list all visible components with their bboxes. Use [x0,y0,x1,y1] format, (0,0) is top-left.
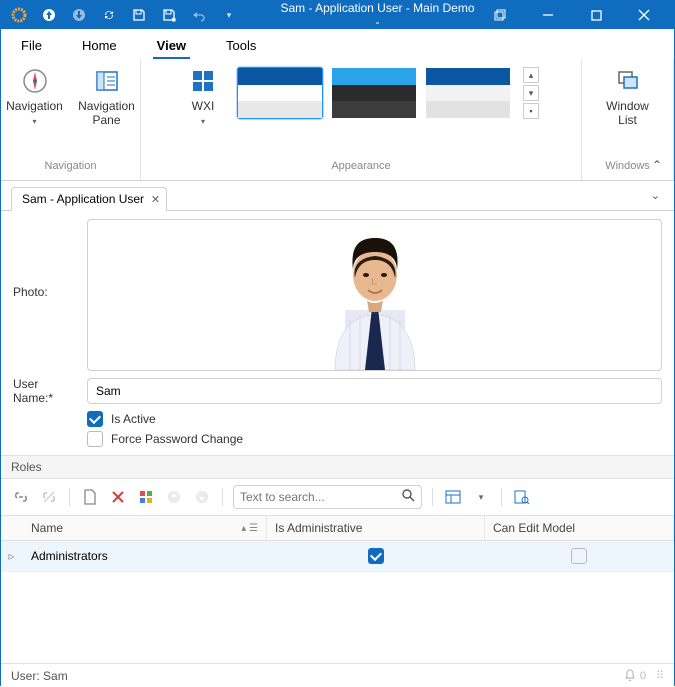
chevron-down-icon: ▾ [32,117,36,126]
refresh-icon[interactable] [101,7,117,23]
photo-field[interactable] [87,219,662,371]
layout-icon[interactable] [443,487,463,507]
is-active-checkbox[interactable] [87,411,103,427]
ribbon-tabs: File Home View Tools [1,29,674,59]
down-icon[interactable] [192,487,212,507]
apps-icon[interactable] [136,487,156,507]
unlink-icon[interactable] [39,487,59,507]
notifications-button[interactable]: 0 ⠿ [624,669,664,682]
navigation-pane-button[interactable]: Navigation Pane [78,67,136,127]
cell-can-edit-model[interactable] [485,541,674,571]
force-password-label: Force Password Change [111,432,243,446]
minimize-button[interactable] [526,1,570,29]
ribbon: Navigation ▾ Navigation Pane Navigation … [1,59,674,181]
grid-icon [189,67,217,95]
ribbon-group-label: Appearance [151,160,571,178]
panel-icon [93,67,121,95]
grip-icon: ⠿ [656,669,664,682]
roles-toolbar: ▾ [1,479,674,515]
upload-icon[interactable] [41,7,57,23]
up-icon[interactable] [164,487,184,507]
save-as-icon[interactable] [161,7,177,23]
theme-swatch-dark[interactable] [331,67,417,119]
theme-gallery: ▴ ▾ ▪ [237,67,539,119]
column-is-admin[interactable]: Is Administrative [267,516,485,540]
column-can-edit-model[interactable]: Can Edit Model [485,516,674,540]
title-bar: ▾ Sam - Application User - Main Demo - [1,1,674,29]
preview-icon[interactable] [512,487,532,507]
roles-section-header: Roles [1,455,674,479]
link-icon[interactable] [11,487,31,507]
is-active-label: Is Active [111,412,156,426]
username-input[interactable] [87,378,662,404]
status-user: User: Sam [11,669,68,683]
windows-icon [614,67,642,95]
collapse-ribbon-button[interactable]: ⌃ [652,158,662,172]
wxi-button[interactable]: WXI ▾ [183,67,223,126]
table-row[interactable]: ▹ Administrators [1,541,674,572]
gallery-expand-button[interactable]: ▪ [523,103,539,119]
tab-view[interactable]: View [153,32,190,59]
undo-icon[interactable] [191,7,207,23]
chevron-down-icon[interactable]: ▾ [471,487,491,507]
tab-file[interactable]: File [17,32,46,59]
close-icon[interactable]: ✕ [151,193,160,206]
theme-swatch-blue[interactable] [237,67,323,119]
tab-dropdown-button[interactable]: ⌄ [651,189,660,202]
tab-tools[interactable]: Tools [222,32,260,59]
maximize-button[interactable] [574,1,618,29]
photo-label: Photo: [13,219,81,299]
restore-doc-icon[interactable] [478,1,522,29]
window-list-button[interactable]: Window List [599,67,657,127]
delete-icon[interactable] [108,487,128,507]
user-photo [305,220,445,370]
gallery-up-button[interactable]: ▴ [523,67,539,83]
cell-name: Administrators [23,542,267,570]
document-tab-title: Sam - Application User [22,192,144,206]
new-icon[interactable] [80,487,100,507]
column-name[interactable]: Name▴ ☰ [23,516,267,540]
document-tab-strip: Sam - Application User ✕ ⌄ [1,181,674,211]
ribbon-group-label: Navigation [11,160,130,178]
force-password-checkbox[interactable] [87,431,103,447]
document-tab[interactable]: Sam - Application User ✕ [11,187,167,211]
sort-indicator-icon: ▴ ☰ [241,523,258,534]
save-icon[interactable] [131,7,147,23]
username-label: User Name:* [13,377,81,405]
search-icon[interactable] [401,488,415,507]
roles-search-input[interactable] [233,485,422,509]
roles-grid: Name▴ ☰ Is Administrative Can Edit Model… [1,515,674,572]
theme-swatch-light[interactable] [425,67,511,119]
status-bar: User: Sam 0 ⠿ [1,663,674,687]
tab-home[interactable]: Home [78,32,121,59]
expand-row-icon[interactable]: ▹ [1,542,23,570]
download-icon[interactable] [71,7,87,23]
chevron-down-icon: ▾ [201,117,205,126]
gallery-down-button[interactable]: ▾ [523,85,539,101]
navigation-button[interactable]: Navigation ▾ [6,67,64,126]
qat-dropdown-icon[interactable]: ▾ [221,7,237,23]
detail-form: Photo: [1,211,674,455]
cell-is-admin[interactable] [267,541,485,571]
window-title: Sam - Application User - Main Demo - [237,1,478,29]
gear-icon[interactable] [11,7,27,23]
compass-icon [21,67,49,95]
close-button[interactable] [622,1,666,29]
